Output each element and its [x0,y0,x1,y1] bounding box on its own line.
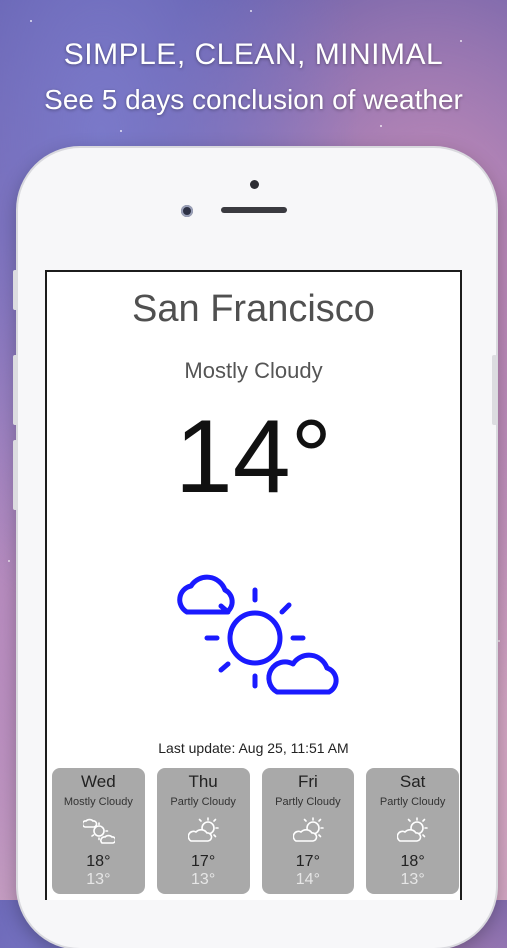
sun-with-clouds-icon [177,574,339,695]
forecast-card-thu[interactable]: Thu Partly Cloudy 17° 13° [156,768,250,894]
forecast-condition: Mostly Cloudy [63,796,133,808]
forecast-condition: Partly Cloudy [170,796,236,808]
mute-switch [13,270,18,310]
forecast-card-sat[interactable]: Sat Partly Cloudy 18° 13° [366,768,459,894]
power-button [492,355,497,425]
city-name: San Francisco [132,288,375,330]
proximity-sensor [250,180,259,189]
current-condition: Mostly Cloudy [184,358,323,383]
forecast-day-label: Wed [81,772,116,791]
forecast-card-wed[interactable]: Wed Mostly Cloudy 18° 13° [52,768,145,894]
forecast-low: 13° [400,871,425,888]
partly-cloudy-icon [397,817,429,842]
forecast-high: 18° [86,853,111,870]
forecast-condition: Partly Cloudy [275,796,341,808]
front-camera-icon [181,205,193,217]
promo-subheadline: See 5 days conclusion of weather [44,84,463,115]
mostly-cloudy-icon [83,818,115,844]
forecast-high: 17° [295,853,320,870]
volume-down-button [13,440,18,510]
forecast-high: 18° [400,853,425,870]
volume-up-button [13,355,18,425]
partly-cloudy-icon [187,817,219,842]
partly-cloudy-icon [292,817,324,842]
forecast-low: 13° [86,871,111,888]
forecast-card-fri[interactable]: Fri Partly Cloudy 17° 14° [261,768,355,894]
forecast-condition: Partly Cloudy [379,796,446,808]
forecast-low: 14° [295,871,320,888]
forecast-low: 13° [191,871,216,888]
current-temperature: 14° [174,399,333,515]
promo-headline: SIMPLE, CLEAN, MINIMAL [63,38,444,71]
last-update-text: Last update: Aug 25, 11:51 AM [158,740,349,756]
app-screen: San Francisco Mostly Cloudy 14° Last upd… [45,270,462,900]
forecast-high: 17° [191,853,216,870]
forecast-row: Wed Mostly Cloudy 18° 13° Thu Partly Clo… [52,768,459,894]
forecast-day-label: Thu [188,772,218,791]
forecast-day-label: Sat [399,772,426,791]
forecast-day-label: Fri [297,772,318,791]
earpiece-speaker [221,207,287,213]
